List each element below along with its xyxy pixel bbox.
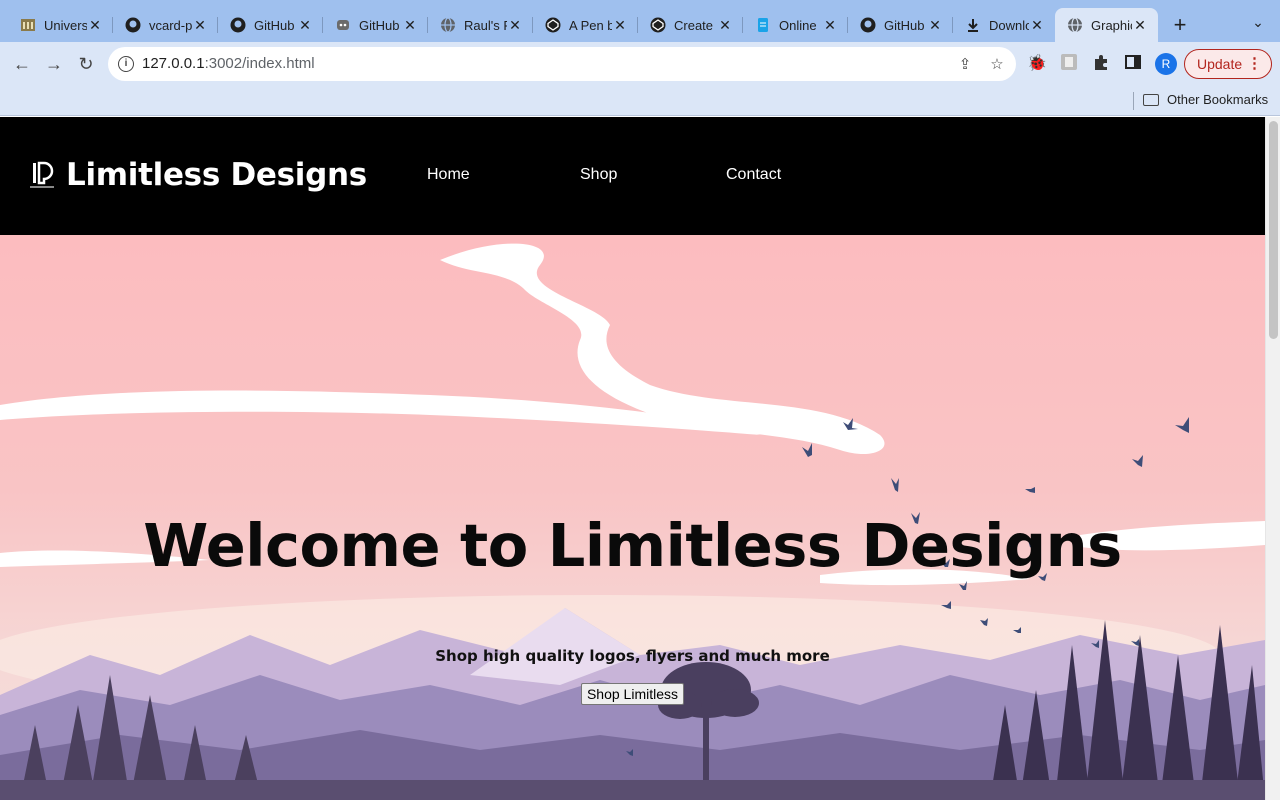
github-icon [860,17,876,33]
url-path: :3002/index.html [204,55,315,72]
globe-icon [1067,17,1083,33]
bookmark-star-icon[interactable]: ☆ [988,55,1006,73]
tab-title: Raul's P [464,17,507,33]
browser-tab-active[interactable]: Graphic ✕ [1055,8,1158,42]
tab-title: vcard-p [149,17,192,33]
browser-tab[interactable]: Downlo ✕ [953,8,1055,42]
folder-icon [1143,93,1159,106]
close-icon[interactable]: ✕ [297,17,313,34]
document-icon [755,17,771,33]
github-cat-icon [335,17,351,33]
close-icon[interactable]: ✕ [1132,17,1148,34]
shop-limitless-button[interactable]: Shop Limitless [581,683,684,705]
nav-contact[interactable]: Contact [726,166,781,184]
close-icon[interactable]: ✕ [1029,17,1045,34]
tab-title: GitHub [359,17,400,33]
tab-title: Univers [44,17,87,33]
reload-icon[interactable]: ↻ [73,51,99,77]
browser-tab[interactable]: vcard-p ✕ [113,8,218,42]
brand-logo-icon[interactable] [30,161,54,191]
close-icon[interactable]: ✕ [927,17,943,34]
browser-tab[interactable]: Online ✕ [743,8,848,42]
codepen-icon [545,17,561,33]
close-icon[interactable]: ✕ [402,17,418,34]
nav-shop[interactable]: Shop [580,166,617,184]
url-text[interactable]: 127.0.0.1:3002/index.html [142,55,315,72]
side-panel-icon[interactable] [1122,53,1144,75]
browser-tab[interactable]: Raul's P ✕ [428,8,533,42]
hero-subtitle: Shop high quality logos, flyers and much… [435,647,830,665]
tab-title: A Pen b [569,17,612,33]
foreground-ground [0,780,1265,800]
brand-name[interactable]: Limitless Designs [66,157,367,193]
globe-icon [440,17,456,33]
tab-title: Downlo [989,17,1029,33]
close-icon[interactable]: ✕ [507,17,523,34]
tab-title: GitHub [254,17,295,33]
browser-tab[interactable]: Create ✕ [638,8,743,42]
codepen-icon [650,17,666,33]
new-tab-plus-icon[interactable]: + [1166,12,1194,40]
close-icon[interactable]: ✕ [612,17,628,34]
other-bookmarks-label: Other Bookmarks [1167,92,1269,107]
back-arrow-icon[interactable]: ← [9,51,35,77]
page-scrollbar[interactable] [1265,117,1280,800]
bookmarks-bar: Other Bookmarks [0,86,1280,116]
profile-avatar[interactable]: R [1155,53,1177,75]
bookmarks-divider [1133,92,1134,110]
site-info-icon[interactable]: i [118,56,134,72]
close-icon[interactable]: ✕ [822,17,838,34]
share-icon[interactable]: ⇪ [956,55,974,73]
more-vert-icon: ⋮ [1247,55,1262,72]
scrollbar-thumb[interactable] [1269,121,1278,339]
forward-arrow-icon[interactable]: → [41,51,67,77]
tab-title: Create [674,17,714,33]
browser-tab[interactable]: GitHub ✕ [848,8,953,42]
close-icon[interactable]: ✕ [717,17,733,34]
github-icon [230,17,246,33]
nav-home[interactable]: Home [427,166,470,184]
tab-title: Online [779,17,817,33]
tab-title: GitHub [884,17,925,33]
puzzle-extensions-icon[interactable] [1090,53,1112,75]
download-icon [965,17,981,33]
browser-toolbar: ← → ↻ i 127.0.0.1:3002/index.html ⇪ ☆ 🐞 … [0,42,1280,86]
site-header: Limitless Designs Home Shop Contact [0,117,1265,235]
page-viewport: Limitless Designs Home Shop Contact Welc… [0,117,1265,800]
address-bar[interactable]: i 127.0.0.1:3002/index.html ⇪ ☆ [108,47,1016,81]
bug-extension-icon[interactable]: 🐞 [1026,53,1048,75]
github-icon [125,17,141,33]
close-icon[interactable]: ✕ [192,17,208,34]
university-icon [20,17,36,33]
chevron-down-icon[interactable]: ⌄ [1246,14,1270,38]
browser-tab[interactable]: A Pen b ✕ [533,8,638,42]
other-bookmarks-button[interactable]: Other Bookmarks [1143,92,1268,107]
hero-title: Welcome to Limitless Designs [143,511,1122,580]
browser-tab-strip: Univers ✕ vcard-p ✕ GitHub ✕ GitHub ✕ Ra… [0,0,1280,42]
update-button[interactable]: Update ⋮ [1184,49,1272,79]
close-icon[interactable]: ✕ [87,17,103,34]
url-host: 127.0.0.1 [142,55,205,72]
tab-title: Graphic [1091,17,1132,33]
browser-tab[interactable]: GitHub ✕ [323,8,428,42]
extension-image-icon[interactable] [1058,53,1080,75]
update-label: Update [1197,56,1243,72]
browser-tab[interactable]: Univers ✕ [8,8,113,42]
hero-section: Welcome to Limitless Designs Shop high q… [0,235,1265,800]
browser-tab[interactable]: GitHub ✕ [218,8,323,42]
